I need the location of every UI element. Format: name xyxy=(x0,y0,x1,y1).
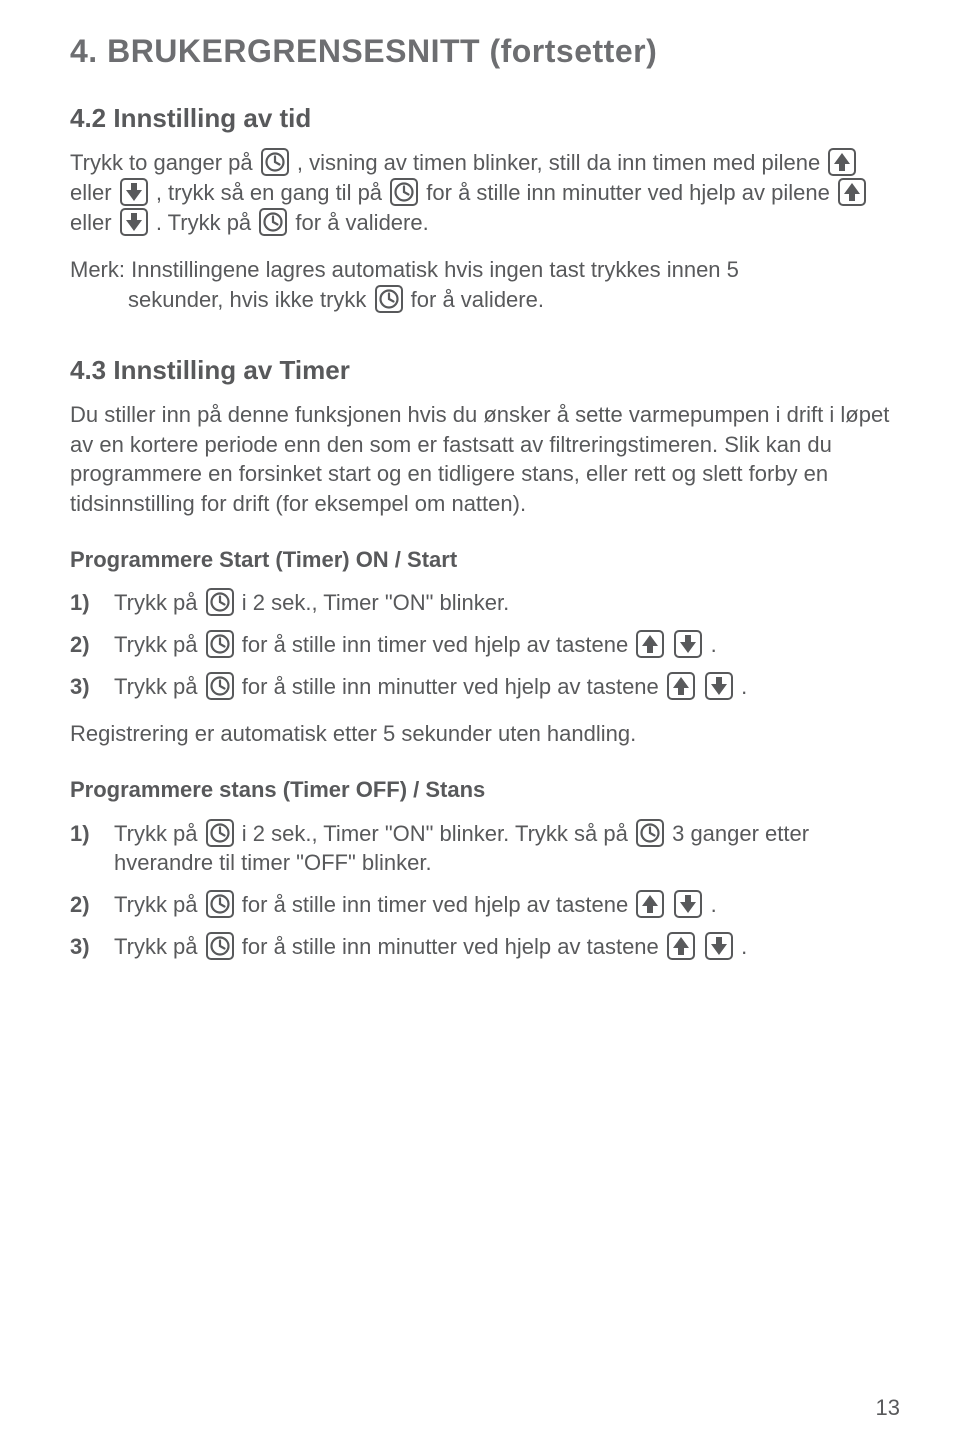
list-item: 1) Trykk på i 2 sek., Timer "ON" blinker… xyxy=(70,819,900,878)
text: 3 ganger etter xyxy=(672,821,809,846)
text: Trykk på xyxy=(114,934,204,959)
text: . xyxy=(711,892,717,917)
text: Trykk to ganger på xyxy=(70,150,259,175)
paragraph-4-2: Trykk to ganger på , visning av timen bl… xyxy=(70,148,900,237)
clock-icon xyxy=(261,148,289,176)
text: for å stille inn minutter ved hjelp av t… xyxy=(242,674,665,699)
clock-icon xyxy=(390,178,418,206)
text: eller xyxy=(70,180,118,205)
list-item: 2) Trykk på for å stille inn timer ved h… xyxy=(70,890,900,920)
note-line-1: Merk: Innstillingene lagres automatisk h… xyxy=(70,255,900,285)
list-item: 2) Trykk på for å stille inn timer ved h… xyxy=(70,630,900,660)
list-item: 3) Trykk på for å stille inn minutter ve… xyxy=(70,932,900,962)
paragraph-4-3-intro: Du stiller inn på denne funksjonen hvis … xyxy=(70,400,900,519)
heading-4-3: 4.3 Innstilling av Timer xyxy=(70,353,900,388)
text: for å validere. xyxy=(411,287,544,312)
clock-icon xyxy=(259,208,287,236)
arrow-up-icon xyxy=(838,178,866,206)
note-4-2: Merk: Innstillingene lagres automatisk h… xyxy=(70,255,900,314)
clock-icon xyxy=(206,630,234,658)
list-item: 1) Trykk på i 2 sek., Timer "ON" blinker… xyxy=(70,588,900,618)
steps-timer-off: 1) Trykk på i 2 sek., Timer "ON" blinker… xyxy=(70,819,900,962)
text: Trykk på xyxy=(114,590,204,615)
text: , visning av timen blinker, still da inn… xyxy=(297,150,826,175)
page-title: 4. BRUKERGRENSESNITT (fortsetter) xyxy=(70,30,900,73)
text: for å stille inn timer ved hjelp av tast… xyxy=(242,632,635,657)
arrow-up-icon xyxy=(667,672,695,700)
heading-4-2: 4.2 Innstilling av tid xyxy=(70,101,900,136)
page-number: 13 xyxy=(876,1393,900,1423)
list-item: 3) Trykk på for å stille inn minutter ve… xyxy=(70,672,900,702)
text: sekunder, hvis ikke trykk xyxy=(128,287,373,312)
arrow-up-icon xyxy=(828,148,856,176)
steps-timer-on: 1) Trykk på i 2 sek., Timer "ON" blinker… xyxy=(70,588,900,701)
clock-icon xyxy=(636,819,664,847)
text: for å stille inn minutter ved hjelp av p… xyxy=(426,180,836,205)
step-number: 3) xyxy=(70,932,90,962)
text: i 2 sek., Timer "ON" blinker. Trykk så p… xyxy=(242,821,634,846)
text: . xyxy=(711,632,717,657)
heading-timer-off: Programmere stans (Timer OFF) / Stans xyxy=(70,775,900,805)
clock-icon xyxy=(206,890,234,918)
clock-icon xyxy=(375,285,403,313)
text: . Trykk på xyxy=(156,210,257,235)
clock-icon xyxy=(206,819,234,847)
text: for å stille inn minutter ved hjelp av t… xyxy=(242,934,665,959)
clock-icon xyxy=(206,932,234,960)
text: Trykk på xyxy=(114,892,204,917)
text: Trykk på xyxy=(114,674,204,699)
step-number: 1) xyxy=(70,588,90,618)
text: . xyxy=(741,934,747,959)
arrow-up-icon xyxy=(636,630,664,658)
arrow-down-icon xyxy=(120,208,148,236)
arrow-down-icon xyxy=(120,178,148,206)
arrow-down-icon xyxy=(705,932,733,960)
text: for å validere. xyxy=(295,210,428,235)
heading-timer-on: Programmere Start (Timer) ON / Start xyxy=(70,545,900,575)
arrow-up-icon xyxy=(667,932,695,960)
text: eller xyxy=(70,210,118,235)
text: , trykk så en gang til på xyxy=(156,180,388,205)
note-line-2: sekunder, hvis ikke trykk for å validere… xyxy=(70,285,900,315)
step-number: 2) xyxy=(70,630,90,660)
step-number: 1) xyxy=(70,819,90,849)
text: Trykk på xyxy=(114,632,204,657)
arrow-down-icon xyxy=(705,672,733,700)
step-number: 2) xyxy=(70,890,90,920)
clock-icon xyxy=(206,672,234,700)
text: for å stille inn timer ved hjelp av tast… xyxy=(242,892,635,917)
paragraph-on-after: Registrering er automatisk etter 5 sekun… xyxy=(70,719,900,749)
arrow-up-icon xyxy=(636,890,664,918)
step-number: 3) xyxy=(70,672,90,702)
text-continuation: hverandre til timer "OFF" blinker. xyxy=(114,848,900,878)
text: i 2 sek., Timer "ON" blinker. xyxy=(242,590,509,615)
arrow-down-icon xyxy=(674,890,702,918)
clock-icon xyxy=(206,588,234,616)
arrow-down-icon xyxy=(674,630,702,658)
text: . xyxy=(741,674,747,699)
text: Trykk på xyxy=(114,821,204,846)
